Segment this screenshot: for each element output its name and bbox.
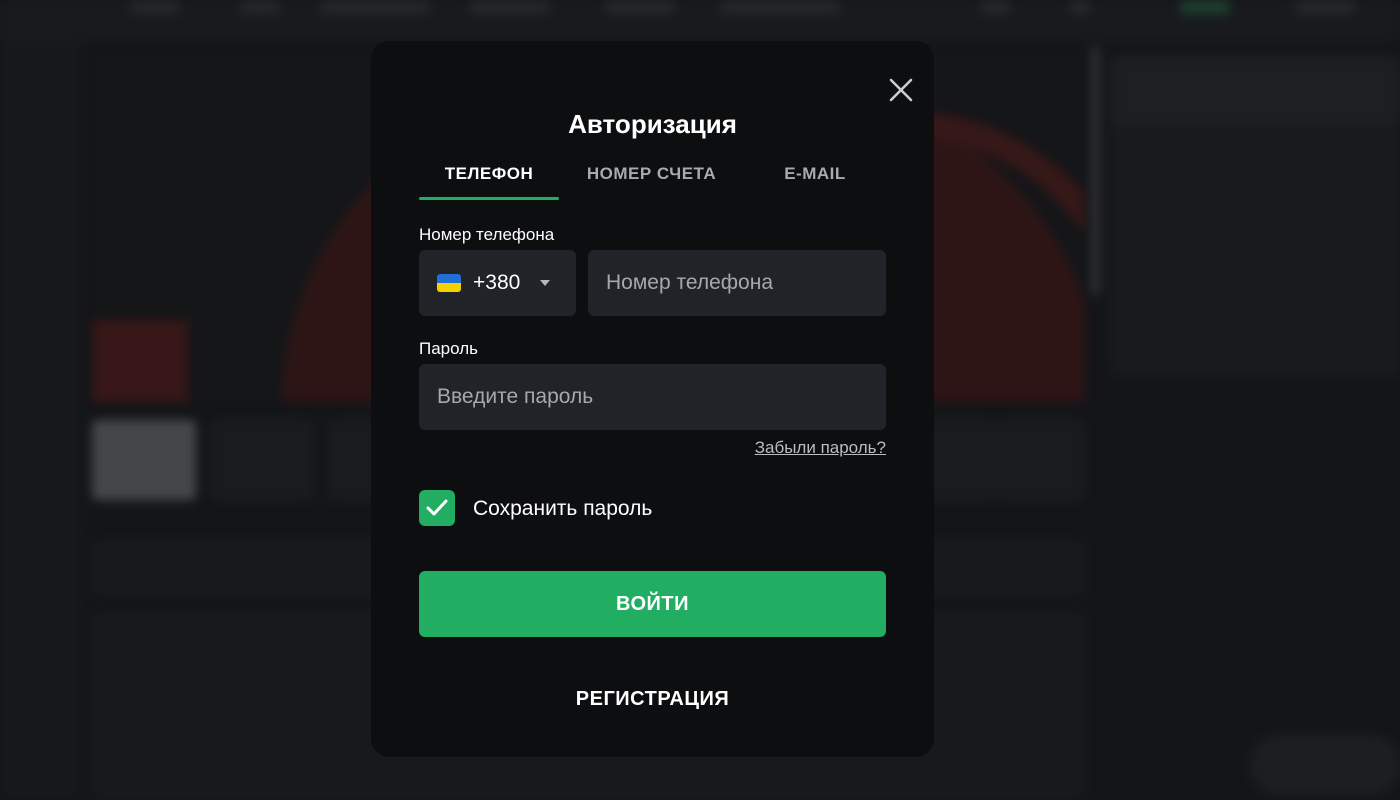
country-code-select[interactable]: +380 [419,250,576,316]
phone-input[interactable] [588,250,886,316]
ukraine-flag-icon [437,274,461,292]
tab-email[interactable]: E-MAIL [749,149,881,199]
password-input[interactable] [419,364,886,430]
auth-modal: Авторизация ТЕЛЕФОН НОМЕР СЧЕТА E-MAIL Н… [371,41,934,757]
caret-down-icon [538,279,552,287]
auth-method-tabs: ТЕЛЕФОН НОМЕР СЧЕТА E-MAIL [419,149,887,200]
close-icon [889,78,913,102]
forgot-password-link[interactable]: Забыли пароль? [746,438,886,458]
phone-label: Номер телефона [419,225,555,244]
active-tab-indicator [419,197,559,200]
tab-account-number[interactable]: НОМЕР СЧЕТА [569,149,734,199]
password-label: Пароль [419,339,478,358]
remember-password-label[interactable]: Сохранить пароль [473,497,652,521]
modal-title: Авторизация [568,109,737,139]
close-button[interactable] [887,76,915,104]
remember-password-checkbox[interactable] [419,490,455,526]
country-code-value: +380 [473,271,521,294]
tab-phone[interactable]: ТЕЛЕФОН [419,149,559,199]
checkmark-icon [426,499,448,516]
login-button[interactable]: ВОЙТИ [419,571,886,637]
register-button[interactable]: РЕГИСТРАЦИЯ [419,681,886,717]
